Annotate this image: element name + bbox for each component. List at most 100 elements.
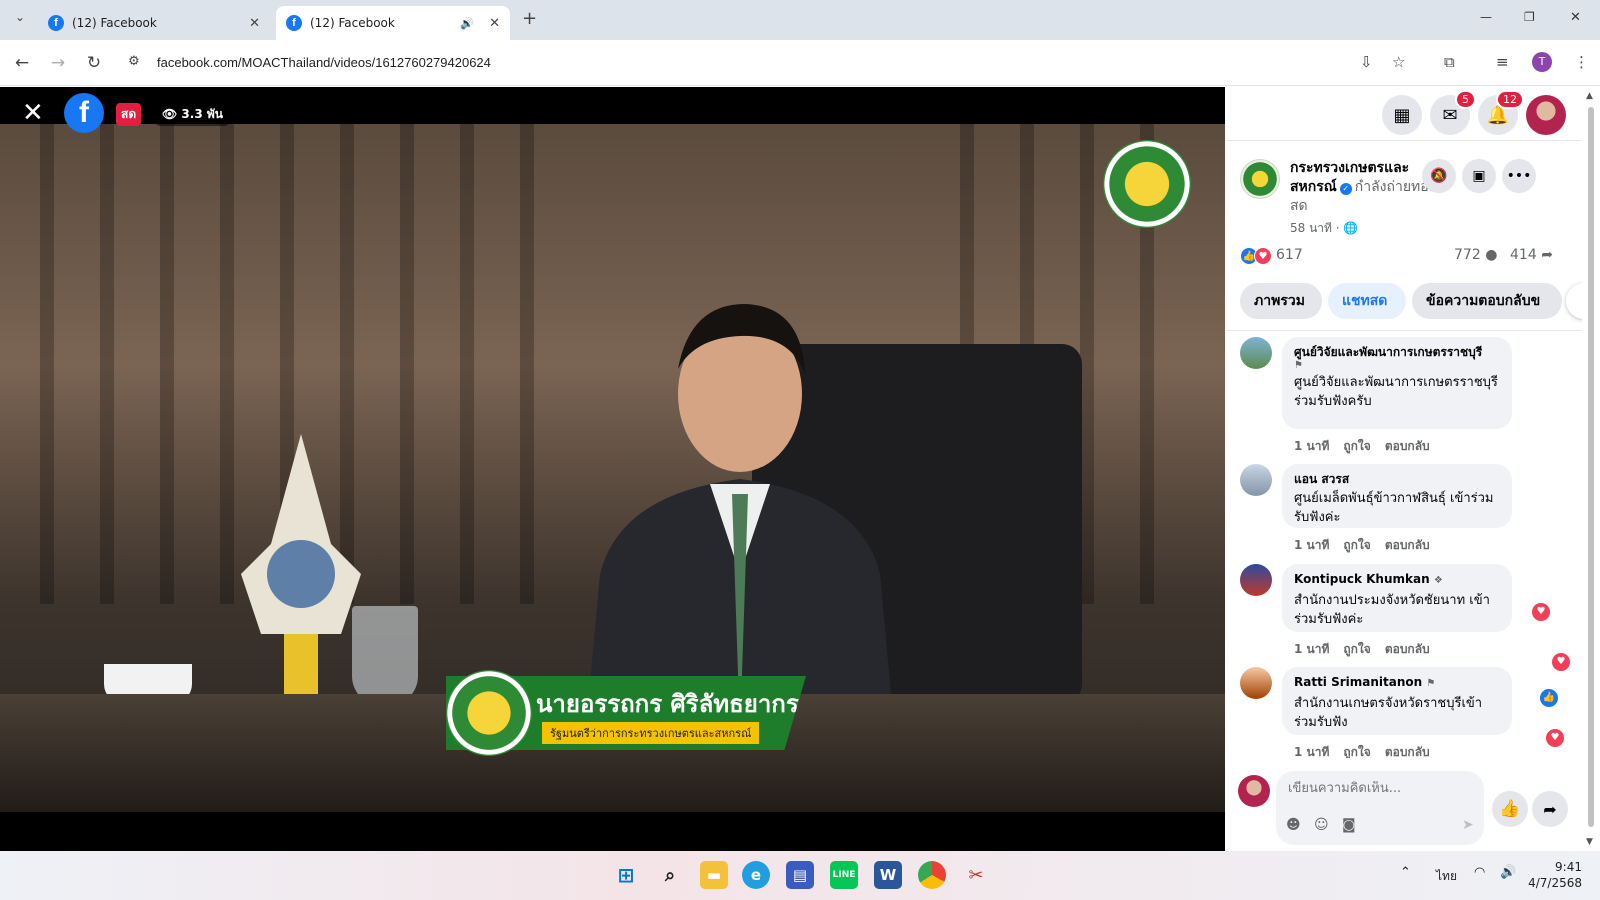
comment-like-link[interactable]: ถูกใจ bbox=[1343, 538, 1370, 552]
mute-bell-button[interactable]: 🔕 bbox=[1422, 159, 1456, 193]
wifi-icon[interactable]: ◠ bbox=[1474, 865, 1485, 880]
share-arrow-icon: ➦ bbox=[1541, 247, 1553, 263]
comment-reply-link[interactable]: ตอบกลับ bbox=[1385, 439, 1430, 453]
comment-box[interactable]: ☻ ☺ ◙ ➤ bbox=[1276, 771, 1484, 845]
tab-search-icon[interactable]: ⌄ bbox=[10, 10, 30, 24]
more-options-button[interactable]: ••• bbox=[1502, 159, 1536, 193]
extensions-icon[interactable]: ⧉ bbox=[1444, 53, 1455, 71]
page-avatar[interactable] bbox=[1240, 159, 1280, 199]
sticker-icon[interactable]: ◙ bbox=[1342, 817, 1356, 833]
comment-author[interactable]: Ratti Srimanitanon ⚑ bbox=[1294, 674, 1500, 692]
menu-kebab-icon[interactable]: ⋮ bbox=[1574, 53, 1589, 71]
line-app-icon[interactable]: LINE bbox=[830, 861, 858, 889]
comment-actions: 1 นาที ถูกใจ ตอบกลับ bbox=[1294, 743, 1444, 758]
forward-arrow-icon[interactable]: → bbox=[48, 53, 68, 73]
file-explorer-icon[interactable]: ▬ bbox=[700, 861, 728, 889]
snipping-tool-icon[interactable]: ✂ bbox=[962, 861, 990, 889]
comment-reply-link[interactable]: ตอบกลับ bbox=[1385, 538, 1430, 552]
comment-reply-link[interactable]: ตอบกลับ bbox=[1385, 642, 1430, 656]
edge-browser-icon[interactable]: e bbox=[742, 861, 770, 889]
tab-live-chat[interactable]: แชทสด bbox=[1328, 283, 1406, 319]
comment-reply-link[interactable]: ตอบกลับ bbox=[1385, 745, 1430, 758]
word-icon[interactable]: W bbox=[874, 861, 902, 889]
chrome-icon[interactable] bbox=[918, 861, 946, 889]
comment-time[interactable]: 1 นาที bbox=[1294, 538, 1329, 552]
bookmark-star-icon[interactable]: ☆ bbox=[1392, 53, 1405, 71]
browser-tab-1[interactable]: f (12) Facebook ✕ bbox=[38, 6, 270, 40]
post-timestamp[interactable]: 58 นาที · 🌐 bbox=[1290, 219, 1358, 238]
search-icon[interactable]: ⌕ bbox=[656, 861, 684, 889]
tab-title: (12) Facebook bbox=[310, 16, 395, 30]
comment-like-link[interactable]: ถูกใจ bbox=[1343, 745, 1370, 758]
minimize-button[interactable]: — bbox=[1480, 10, 1492, 24]
avatar-sticker-icon[interactable]: ☻ bbox=[1286, 817, 1301, 833]
windows-start-icon[interactable]: ⊞ bbox=[612, 861, 640, 889]
address-bar[interactable]: ⚙ facebook.com/MOACThailand/videos/16127… bbox=[120, 46, 1382, 80]
tab-close-icon[interactable]: ✕ bbox=[489, 16, 500, 31]
comment-bubble: แอน สวรส ศูนย์เมล็ดพันธุ์ข้าวกาฬสินธุ์ เ… bbox=[1282, 464, 1512, 528]
tab-close-icon[interactable]: ✕ bbox=[249, 16, 260, 31]
comments-count[interactable]: 772 ● bbox=[1454, 247, 1497, 263]
store-icon[interactable]: ▤ bbox=[786, 861, 814, 889]
menu-grid-icon[interactable]: ▦ bbox=[1382, 95, 1422, 135]
save-post-button[interactable]: ▣ bbox=[1462, 159, 1496, 193]
globe-icon: 🌐 bbox=[1343, 221, 1359, 235]
share-icon[interactable]: ➦ bbox=[1532, 791, 1568, 827]
back-arrow-icon[interactable]: ← bbox=[12, 53, 32, 73]
notifications-bell-icon[interactable]: 🔔 12 bbox=[1478, 90, 1524, 135]
new-tab-button[interactable]: + bbox=[522, 8, 537, 29]
close-video-button[interactable]: ✕ bbox=[22, 100, 44, 126]
profile-avatar[interactable]: T bbox=[1532, 52, 1552, 72]
maximize-button[interactable]: ❐ bbox=[1524, 10, 1535, 24]
send-icon[interactable]: ➤ bbox=[1462, 817, 1474, 833]
speaker-title: รัฐมนตรีว่าการกระทรวงเกษตรและสหกรณ์ bbox=[542, 722, 760, 744]
shares-count[interactable]: 414 ➦ bbox=[1510, 247, 1553, 263]
comment-body: ศูนย์วิจัยและพัฒนาการเกษตรราชบุรี ร่วมรั… bbox=[1294, 375, 1498, 409]
scroll-down-icon[interactable]: ▼ bbox=[1586, 837, 1593, 847]
volume-icon[interactable]: 🔊 bbox=[1500, 865, 1516, 880]
commenter-avatar[interactable] bbox=[1240, 564, 1272, 596]
input-language[interactable]: ไทย bbox=[1436, 867, 1457, 886]
comment-author[interactable]: ศูนย์วิจัยและพัฒนาการเกษตรราชบุรี bbox=[1294, 344, 1500, 360]
my-avatar[interactable] bbox=[1238, 775, 1270, 807]
media-control-icon[interactable]: ≡ bbox=[1496, 53, 1509, 71]
ministry-seal-watermark bbox=[1103, 140, 1191, 228]
bell-slash-icon: 🔕 bbox=[1430, 168, 1448, 184]
messenger-icon[interactable]: ✉ 5 bbox=[1430, 90, 1476, 135]
facebook-top-icons: ▦ ✉ 5 🔔 12 bbox=[1226, 87, 1582, 141]
install-app-icon[interactable]: ⇩ bbox=[1360, 53, 1373, 71]
reactions-count[interactable]: 617 bbox=[1276, 247, 1303, 263]
system-clock[interactable]: 9:41 4/7/2568 bbox=[1526, 859, 1582, 891]
audio-playing-icon[interactable]: 🔊 bbox=[460, 17, 474, 30]
comment-bubble: ศูนย์วิจัยและพัฒนาการเกษตรราชบุรี ⚑ ศูนย… bbox=[1282, 337, 1512, 429]
commenter-avatar[interactable] bbox=[1240, 337, 1272, 369]
comment-author[interactable]: แอน สวรส bbox=[1294, 471, 1500, 487]
comment-input[interactable] bbox=[1288, 781, 1468, 796]
comment-like-link[interactable]: ถูกใจ bbox=[1343, 439, 1370, 453]
comment-like-link[interactable]: ถูกใจ bbox=[1343, 642, 1370, 656]
more-dots-icon: ••• bbox=[1506, 168, 1532, 184]
tray-chevron-icon[interactable]: ⌃ bbox=[1400, 865, 1411, 880]
scroll-up-icon[interactable]: ▲ bbox=[1586, 91, 1593, 101]
tab-overview[interactable]: ภาพรวม bbox=[1240, 283, 1322, 319]
tab-replies[interactable]: ข้อความตอบกลับข bbox=[1412, 283, 1562, 319]
site-info-icon[interactable]: ⚙ bbox=[128, 54, 140, 69]
page-scrollbar[interactable]: ▲ ▼ bbox=[1582, 87, 1600, 851]
reload-icon[interactable]: ↻ bbox=[84, 53, 104, 73]
facebook-logo-icon[interactable]: f bbox=[64, 93, 104, 133]
commenter-avatar[interactable] bbox=[1240, 464, 1272, 496]
comment-time[interactable]: 1 นาที bbox=[1294, 642, 1329, 656]
comment-time[interactable]: 1 นาที bbox=[1294, 439, 1329, 453]
comment-author[interactable]: Kontipuck Khumkan ❖ bbox=[1294, 571, 1500, 589]
browser-tab-2-active[interactable]: f (12) Facebook 🔊 ✕ bbox=[276, 6, 510, 40]
like-thumb-icon[interactable]: 👍 bbox=[1492, 791, 1528, 827]
account-avatar[interactable] bbox=[1526, 95, 1566, 135]
reactions-row: 👍 ♥ 617 772 ● 414 ➦ bbox=[1240, 245, 1570, 267]
commenter-avatar[interactable] bbox=[1240, 667, 1272, 699]
window-close-button[interactable]: ✕ bbox=[1570, 10, 1581, 25]
video-player[interactable]: นายอรรถกร ศิริลัทธยากร รัฐมนตรีว่าการกระ… bbox=[0, 87, 1225, 851]
scroll-thumb[interactable] bbox=[1588, 107, 1594, 827]
emoji-icon[interactable]: ☺ bbox=[1314, 817, 1329, 833]
messenger-badge: 5 bbox=[1455, 90, 1476, 109]
comment-time[interactable]: 1 นาที bbox=[1294, 745, 1329, 758]
